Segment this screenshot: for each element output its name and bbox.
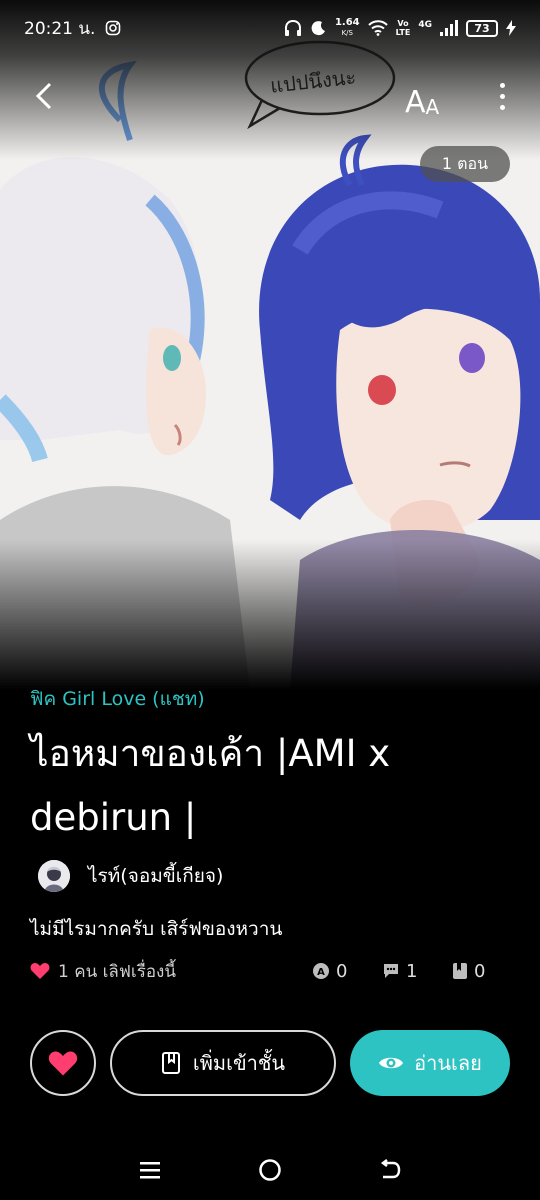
moon-icon	[311, 21, 325, 36]
cover-illustration	[0, 0, 540, 690]
status-left: 20:21 น.	[24, 15, 121, 42]
stat-bookmarks: 0	[452, 961, 485, 982]
book-icon	[453, 963, 467, 979]
font-size-icon-small: A	[425, 95, 440, 119]
system-nav-bar	[0, 1140, 540, 1200]
story-description: ไม่มีไรมากครับ เสิร์ฟของหวาน	[30, 918, 283, 940]
network-type: 4G	[418, 20, 432, 30]
status-right: 1.64 K/S Vo LTE 4G 73	[283, 18, 516, 38]
story-category[interactable]: ฟิค Girl Love (แชท)	[30, 684, 205, 714]
add-to-shelf-button[interactable]: เพิ่มเข้าชั้น	[110, 1030, 336, 1096]
author-row[interactable]: ไรท์(จอมขี้เกียจ)	[38, 860, 223, 892]
charging-icon	[506, 20, 516, 36]
clock: 20:21 น.	[24, 18, 96, 39]
volte-indicator: Vo LTE	[396, 19, 411, 37]
svg-text:A: A	[317, 967, 325, 978]
signal-icon	[440, 20, 458, 36]
font-size-icon-big: A	[405, 85, 426, 120]
network-speed-unit: K/S	[341, 29, 353, 37]
episode-count-badge: 1 ตอน	[420, 146, 510, 182]
love-button[interactable]	[30, 1030, 96, 1096]
network-speed-value: 1.64	[334, 17, 360, 28]
wifi-icon	[367, 20, 388, 36]
back-button[interactable]	[24, 76, 64, 116]
stats-row: 1 คน เลิฟเรื่องนี้ A 0 1 0	[30, 956, 510, 986]
read-now-button[interactable]: อ่านเลย	[350, 1030, 510, 1096]
story-title: ไอหมาของเค้า |AMI x debirun |	[30, 732, 391, 839]
loves-text: 1 คน เลิฟเรื่องนี้	[58, 961, 176, 982]
heart-icon	[30, 963, 50, 979]
recent-apps-button[interactable]	[125, 1145, 175, 1195]
back-nav-button[interactable]	[365, 1145, 415, 1195]
headphones-icon	[284, 19, 301, 36]
author-name: ไรท์(จอมขี้เกียจ)	[88, 865, 224, 887]
avatar	[38, 860, 70, 892]
volte-top: Vo	[397, 19, 409, 28]
more-vertical-icon-dot	[499, 104, 505, 110]
menu-icon	[140, 1162, 160, 1179]
instagram-icon	[106, 20, 121, 36]
network-speed: 1.64 K/S	[335, 18, 360, 38]
more-vertical-icon-dot	[499, 82, 505, 88]
stat-a: A 0	[312, 961, 347, 982]
loves-count: 1 คน เลิฟเรื่องนี้	[30, 958, 176, 985]
font-size-button[interactable]: A A	[405, 78, 453, 120]
add-to-shelf-label: เพิ่มเข้าชั้น	[192, 1051, 286, 1075]
stat-bookmarks-value: 0	[474, 960, 486, 982]
comment-icon	[384, 964, 398, 978]
stat-a-value: 0	[336, 960, 348, 982]
book-icon	[161, 1052, 180, 1074]
read-now-label: อ่านเลย	[414, 1051, 482, 1075]
back-nav-icon	[380, 1159, 401, 1179]
eye-icon	[379, 1057, 404, 1069]
home-circle-icon	[259, 1159, 281, 1181]
more-vertical-icon-dot	[499, 93, 505, 99]
back-arrow-icon	[35, 82, 52, 110]
home-button[interactable]	[245, 1145, 295, 1195]
status-bar: 20:21 น. 1.64 K/S Vo LTE 4G 73	[0, 0, 540, 56]
volte-bottom: LTE	[395, 28, 411, 37]
heart-icon	[48, 1051, 78, 1075]
a-badge-icon: A	[313, 963, 329, 979]
battery-icon: 73	[466, 19, 498, 37]
stat-comments-value: 1	[406, 960, 418, 982]
bottom-gradient	[0, 540, 540, 690]
more-options-button[interactable]	[486, 76, 518, 116]
author-avatar-icon	[38, 860, 70, 892]
stat-comments: 1	[382, 961, 417, 982]
